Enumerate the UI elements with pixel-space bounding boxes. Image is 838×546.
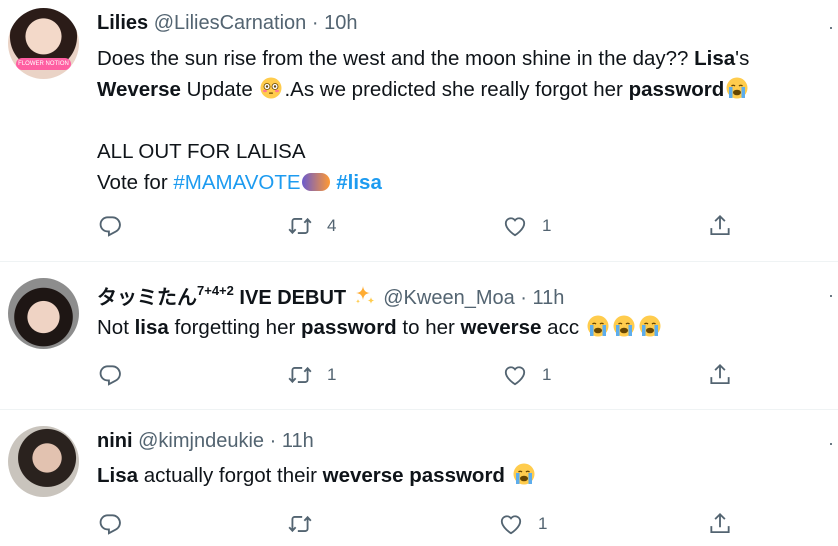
- tweet-text: Not lisa forgetting her password to her …: [97, 312, 822, 343]
- like-icon: [502, 213, 528, 239]
- retweet-icon: [287, 362, 313, 388]
- like-icon: [502, 362, 528, 388]
- tweet-2[interactable]: タッミたん7+4+2 IVE DEBUT @Kween_Moa · 11h · …: [0, 262, 838, 409]
- like-button[interactable]: 1: [502, 211, 551, 241]
- text-part: .As we predicted she really forgot her: [284, 78, 629, 101]
- text-line: ALL OUT FOR LALISA: [97, 140, 306, 163]
- hashtag-link[interactable]: #MAMAVOTE: [173, 171, 300, 194]
- avatar[interactable]: FLOWER NOTION: [8, 8, 79, 79]
- user-handle[interactable]: @Kween_Moa: [383, 287, 514, 309]
- text-part: Not: [97, 316, 135, 339]
- tweet-header: Lilies @LiliesCarnation · 10h: [97, 12, 357, 35]
- like-icon: [498, 511, 524, 537]
- share-button[interactable]: [707, 211, 733, 241]
- text-bold: lisa: [134, 316, 169, 339]
- display-name-part: IVE DEBUT: [233, 287, 352, 309]
- hashtag-link[interactable]: #lisa: [336, 171, 382, 194]
- loudly-crying-face-icon: [638, 314, 662, 338]
- timestamp[interactable]: 10h: [324, 12, 357, 34]
- separator-dot: ·: [520, 287, 527, 309]
- sparkles-icon: [353, 284, 377, 308]
- like-button[interactable]: 1: [502, 360, 551, 390]
- share-icon: [707, 511, 733, 537]
- text-part: to her: [396, 316, 461, 339]
- share-icon: [707, 362, 733, 388]
- display-name-superscript: 7+4+2: [197, 283, 234, 298]
- text-part: forgetting her: [168, 316, 302, 339]
- reply-icon: [97, 213, 123, 239]
- more-options-icon[interactable]: ·: [828, 434, 834, 452]
- more-options-icon[interactable]: ·: [828, 18, 834, 36]
- timestamp[interactable]: 11h: [533, 287, 565, 309]
- display-name[interactable]: タッミたん7+4+2 IVE DEBUT: [97, 284, 378, 309]
- retweet-button[interactable]: [287, 509, 327, 539]
- display-name-part: タッミたん: [97, 287, 197, 309]
- more-options-icon[interactable]: ·: [828, 286, 834, 304]
- tweet-header: タッミたん7+4+2 IVE DEBUT @Kween_Moa · 11h: [97, 281, 564, 310]
- avatar[interactable]: [8, 426, 79, 497]
- separator-dot: ·: [269, 430, 277, 452]
- like-count: 1: [542, 365, 552, 384]
- tweet-text: Lisa actually forgot their weverse passw…: [97, 460, 822, 491]
- text-part: [505, 464, 511, 487]
- text-part: Update: [180, 78, 259, 101]
- separator-dot: ·: [311, 12, 319, 34]
- user-handle[interactable]: @LiliesCarnation: [154, 12, 307, 34]
- reply-button[interactable]: [97, 211, 137, 241]
- like-count: 1: [542, 216, 552, 235]
- share-icon: [707, 213, 733, 239]
- reply-icon: [97, 362, 123, 388]
- retweet-count: 1: [327, 365, 337, 384]
- share-button[interactable]: [707, 509, 733, 539]
- avatar[interactable]: [8, 278, 79, 349]
- retweet-count: 4: [327, 216, 337, 235]
- hashflag-icon: [301, 173, 330, 191]
- avatar-caption: FLOWER NOTION: [16, 58, 71, 70]
- text-bold: Weverse: [97, 78, 181, 101]
- text-part: 's: [735, 47, 750, 70]
- tweet-text: Does the sun rise from the west and the …: [97, 43, 822, 198]
- loudly-crying-face-icon: [512, 462, 536, 486]
- share-button[interactable]: [707, 360, 733, 390]
- text-part: Does the sun rise from the west and the …: [97, 47, 695, 70]
- text-bold: Lisa: [97, 464, 139, 487]
- text-bold: Lisa: [694, 47, 736, 70]
- retweet-button[interactable]: 1: [287, 360, 336, 390]
- like-button[interactable]: 1: [498, 509, 547, 539]
- reply-button[interactable]: [97, 360, 137, 390]
- text-bold: weverse password: [322, 464, 505, 487]
- retweet-icon: [287, 213, 313, 239]
- loudly-crying-face-icon: [586, 314, 610, 338]
- user-handle[interactable]: @kimjndeukie: [138, 430, 264, 452]
- loudly-crying-face-icon: [725, 76, 749, 100]
- retweet-button[interactable]: 4: [287, 211, 336, 241]
- text-bold: password: [301, 316, 397, 339]
- tweet-3[interactable]: nini @kimjndeukie · 11h · Lisa actually …: [0, 410, 838, 546]
- text-part: Vote for: [97, 171, 174, 194]
- text-bold: password: [628, 78, 725, 101]
- flushed-face-icon: [259, 76, 283, 100]
- reply-button[interactable]: [97, 509, 137, 539]
- timestamp[interactable]: 11h: [282, 430, 314, 452]
- tweet-1[interactable]: FLOWER NOTION Lilies @LiliesCarnation · …: [0, 0, 838, 261]
- tweet-header: nini @kimjndeukie · 11h: [97, 430, 314, 453]
- display-name[interactable]: nini: [97, 430, 133, 452]
- like-count: 1: [538, 514, 548, 533]
- text-bold: weverse: [460, 316, 542, 339]
- text-part: actually forgot their: [138, 464, 323, 487]
- loudly-crying-face-icon: [612, 314, 636, 338]
- reply-icon: [97, 511, 123, 537]
- retweet-icon: [287, 511, 313, 537]
- display-name[interactable]: Lilies: [97, 12, 148, 34]
- text-part: acc: [541, 316, 585, 339]
